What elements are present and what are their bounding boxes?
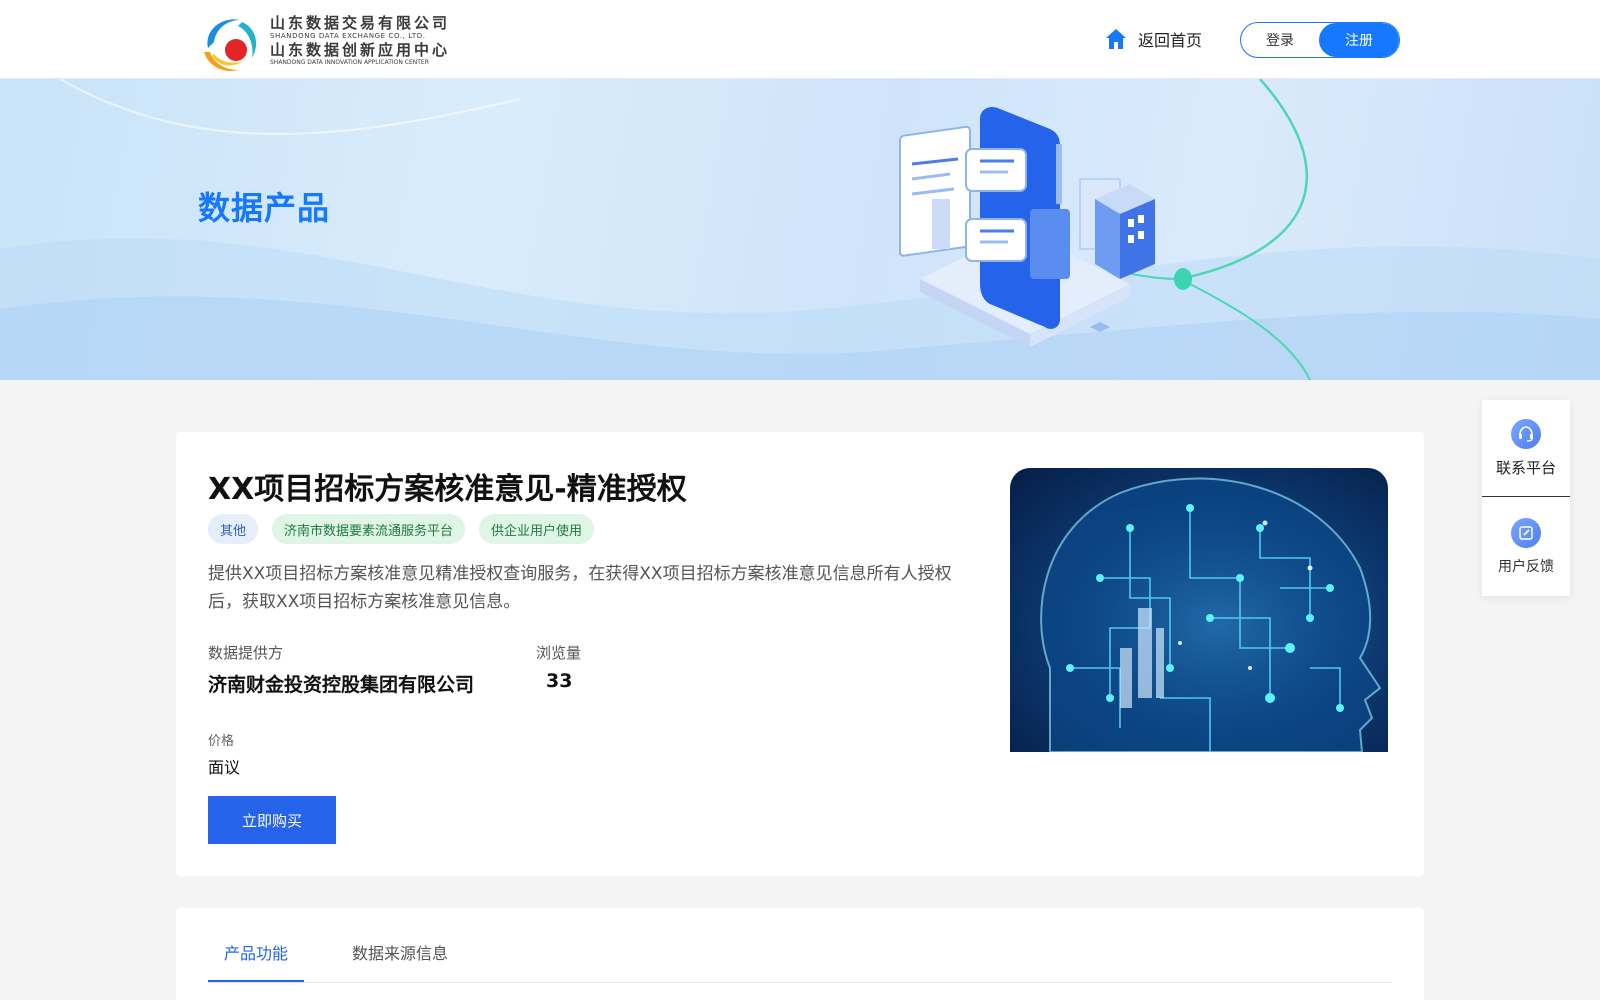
- user-feedback-button[interactable]: 用户反馈: [1482, 498, 1570, 595]
- contact-platform-button[interactable]: 联系平台: [1482, 400, 1570, 497]
- banner-title: 数据产品: [198, 189, 331, 227]
- logo-mark-icon: [204, 19, 257, 72]
- auth-buttons: 登录 注册: [1240, 22, 1400, 58]
- logo-company-name: 山东数据交易有限公司: [270, 14, 451, 32]
- price-label: 价格: [208, 734, 235, 749]
- page-banner: 数据产品: [0, 79, 1600, 380]
- logo-company-name-en: SHANDONG DATA EXCHANGE CO., LTD.: [270, 32, 426, 40]
- logo-center-name-en: SHANDONG DATA INNOVATION APPLICATION CEN…: [270, 59, 429, 66]
- logo-center-name: 山东数据创新应用中心: [270, 41, 451, 59]
- headset-icon: [1511, 418, 1541, 449]
- provider-value: 济南财金投资控股集团有限公司: [208, 674, 475, 696]
- provider-label: 数据提供方: [208, 644, 284, 662]
- views-label: 浏览量: [536, 644, 582, 662]
- ai-head-circuit-image: [1010, 468, 1388, 752]
- buy-now-button[interactable]: 立即购买: [208, 796, 336, 844]
- product-tags: 其他 济南市数据要素流通服务平台 供企业用户使用: [208, 514, 595, 544]
- product-description: 提供XX项目招标方案核准意见精准授权查询服务，在获得XX项目招标方案核准意见信息…: [208, 564, 952, 612]
- tag-audience: 供企业用户使用: [479, 514, 595, 544]
- company-logo[interactable]: 山东数据交易有限公司 SHANDONG DATA EXCHANGE CO., L…: [198, 12, 468, 76]
- price-value: 面议: [208, 758, 241, 777]
- back-home-link[interactable]: 返回首页: [1104, 26, 1202, 52]
- data-platform-illustration: [899, 107, 1155, 347]
- top-navbar: 山东数据交易有限公司 SHANDONG DATA EXCHANGE CO., L…: [0, 0, 1600, 79]
- product-image: [1010, 468, 1388, 752]
- user-feedback-label: 用户反馈: [1498, 558, 1554, 575]
- tabs-divider: [208, 982, 1392, 983]
- tab-product-function[interactable]: 产品功能: [224, 940, 288, 964]
- tab-data-source-info[interactable]: 数据来源信息: [352, 940, 448, 964]
- views-value: 33: [546, 670, 573, 692]
- tag-category: 其他: [208, 514, 259, 544]
- banner-wave-decoration: [0, 79, 1600, 380]
- contact-platform-label: 联系平台: [1495, 458, 1556, 477]
- home-icon: [1106, 29, 1126, 49]
- floating-side-panel: 联系平台 用户反馈: [1482, 400, 1570, 596]
- tag-platform: 济南市数据要素流通服务平台: [272, 514, 466, 544]
- login-button[interactable]: 登录: [1241, 23, 1319, 57]
- product-detail-card: XX项目招标方案核准意见-精准授权 其他 济南市数据要素流通服务平台 供企业用户…: [176, 432, 1424, 876]
- register-button[interactable]: 注册: [1319, 23, 1399, 57]
- back-home-label: 返回首页: [1138, 31, 1203, 50]
- product-title: XX项目招标方案核准意见-精准授权: [208, 472, 687, 507]
- active-tab-indicator: [208, 980, 304, 982]
- edit-icon: [1511, 517, 1541, 548]
- product-tabs-card: 产品功能 数据来源信息: [176, 908, 1424, 1000]
